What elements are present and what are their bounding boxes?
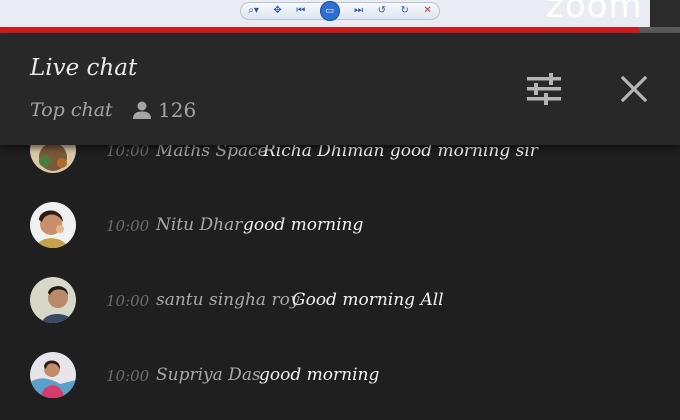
chat-message-list[interactable]: 10:00 Maths Space Richa Dhiman good morn… bbox=[0, 120, 680, 420]
zoom-logo: zoom bbox=[546, 0, 643, 26]
message-time: 10:00 bbox=[106, 367, 150, 385]
avatar[interactable] bbox=[30, 202, 76, 248]
message-author[interactable]: santu singha roy bbox=[156, 290, 299, 310]
chat-mode-selector[interactable]: Top chat bbox=[30, 99, 113, 121]
avatar[interactable] bbox=[30, 352, 76, 398]
message-text: good morning bbox=[243, 215, 364, 235]
chat-header: Live chat Top chat 126 bbox=[0, 33, 680, 145]
message-author[interactable]: Supriya Das bbox=[156, 365, 261, 385]
message-time: 10:00 bbox=[106, 217, 150, 235]
viewer-count-value: 126 bbox=[158, 98, 197, 122]
message-text: Good morning All bbox=[292, 290, 444, 310]
redo-icon[interactable]: ↻ bbox=[400, 4, 408, 18]
message-author[interactable]: Nitu Dhar bbox=[156, 215, 242, 235]
player-bar: ⌕▾ ✥ ⏮ ▭ ⏭ ↺ ↻ ✕ zoom bbox=[0, 0, 680, 27]
person-icon bbox=[133, 101, 151, 119]
prev-icon[interactable]: ⏮ bbox=[296, 4, 305, 18]
pan-icon[interactable]: ✥ bbox=[273, 4, 281, 18]
zoom-icon[interactable]: ⌕▾ bbox=[248, 4, 259, 18]
chat-message: 10:00 santu singha roy Good morning All bbox=[0, 275, 680, 325]
viewer-toolbar: ⌕▾ ✥ ⏮ ▭ ⏭ ↺ ↻ ✕ bbox=[240, 1, 440, 21]
message-time: 10:00 bbox=[106, 292, 150, 310]
chat-title: Live chat bbox=[30, 55, 138, 81]
undo-icon[interactable]: ↺ bbox=[378, 4, 386, 18]
viewer-count: 126 bbox=[132, 98, 196, 122]
chat-message: 10:00 Supriya Das good morning bbox=[0, 350, 680, 400]
close-chat-button[interactable] bbox=[614, 69, 654, 109]
next-icon[interactable]: ⏭ bbox=[354, 4, 363, 18]
close-icon bbox=[620, 75, 648, 103]
filter-settings-button[interactable] bbox=[522, 69, 566, 109]
sliders-icon bbox=[527, 73, 561, 105]
message-text: good morning bbox=[259, 365, 380, 385]
fit-icon[interactable]: ▭ bbox=[319, 1, 340, 21]
avatar[interactable] bbox=[30, 277, 76, 323]
chat-message: 10:00 Nitu Dhar good morning bbox=[0, 200, 680, 250]
close-icon[interactable]: ✕ bbox=[423, 4, 431, 18]
